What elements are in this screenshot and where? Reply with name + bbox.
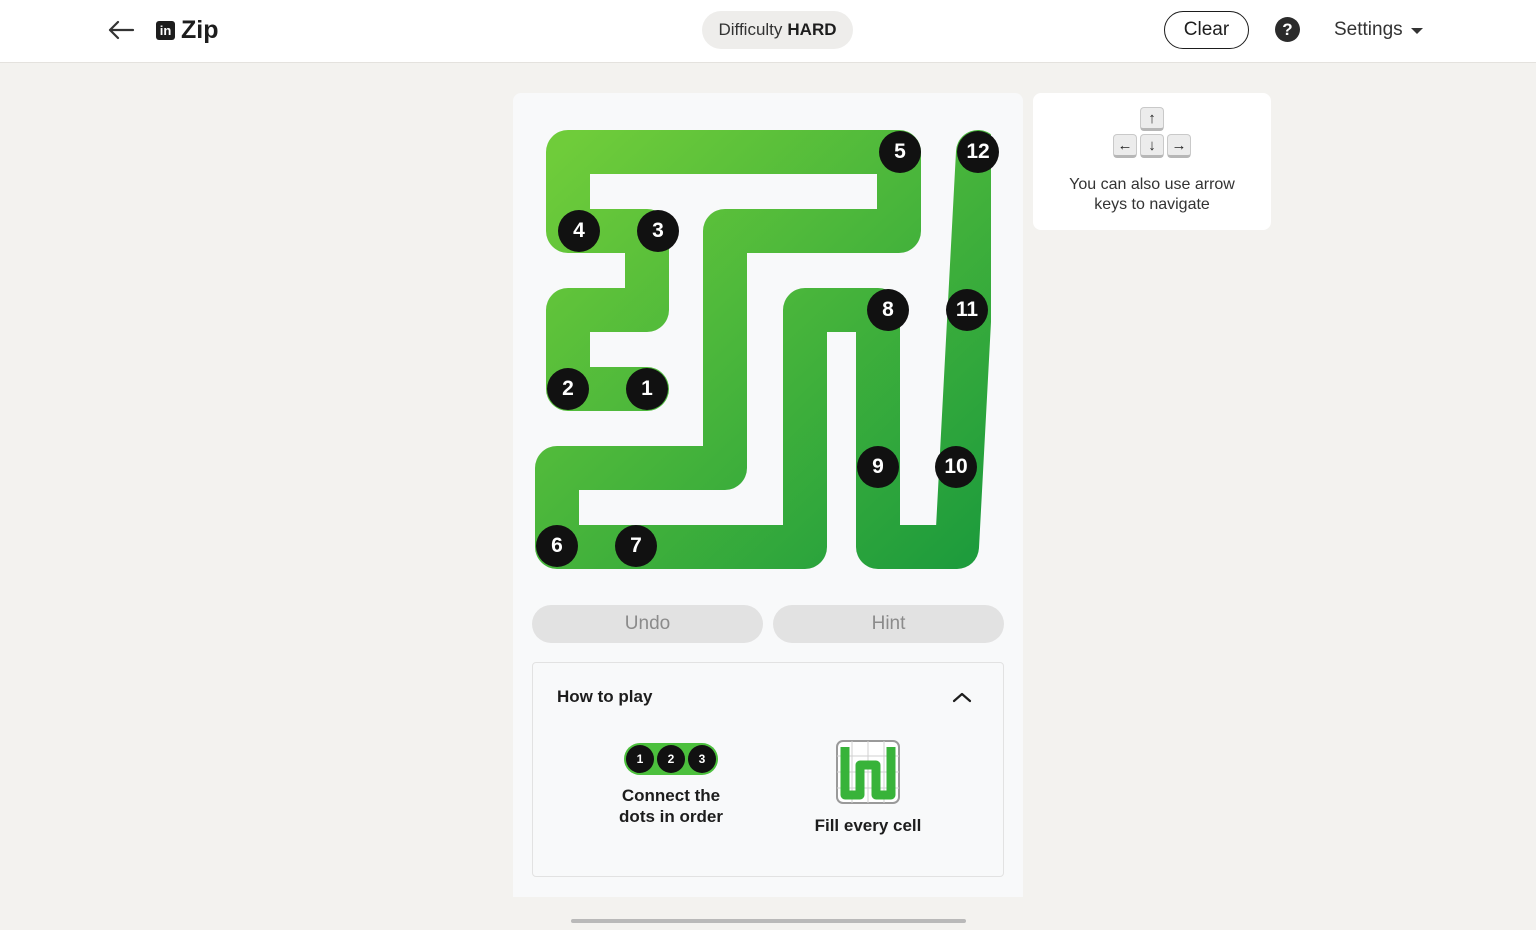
settings-label: Settings <box>1334 19 1403 40</box>
collapse-toggle[interactable] <box>947 685 977 709</box>
dot-6[interactable]: 6 <box>536 525 578 567</box>
dot-10[interactable]: 10 <box>935 446 977 488</box>
difficulty-label: Difficulty <box>718 20 783 39</box>
linkedin-logo-icon: in <box>156 20 175 40</box>
dot-5[interactable]: 5 <box>879 131 921 173</box>
arrow-left-icon <box>108 20 135 40</box>
tip-connect-dots: 1 2 3 Connect the dots in order <box>591 743 751 827</box>
keyboard-hint-card: ↑ ← ↓ → You can also use arrow keys to n… <box>1033 93 1271 230</box>
help-icon[interactable]: ? <box>1275 17 1300 42</box>
chevron-up-icon <box>952 692 972 703</box>
caret-down-icon <box>1410 28 1423 34</box>
clear-button[interactable]: Clear <box>1164 11 1249 49</box>
arrow-up-key-icon: ↑ <box>1140 107 1164 131</box>
how-to-play-heading: How to play <box>557 687 653 706</box>
settings-dropdown[interactable]: Settings <box>1334 14 1423 46</box>
mini-dot: 2 <box>657 745 685 773</box>
keyboard-hint-line2: keys to navigate <box>1094 196 1210 213</box>
dot-3[interactable]: 3 <box>637 210 679 252</box>
dot-4[interactable]: 4 <box>558 210 600 252</box>
arrow-keys-illustration: ↑ ← ↓ → <box>1113 107 1191 159</box>
tip1-line1: Connect the <box>621 786 721 805</box>
mini-dots-illustration: 1 2 3 <box>591 743 751 775</box>
how-to-play-panel: How to play 1 2 3 Connect the dots in or… <box>532 662 1004 877</box>
tip2-text: Fill every cell <box>814 816 922 835</box>
dot-9[interactable]: 9 <box>857 446 899 488</box>
keyboard-hint-text: You can also use arrow keys to navigate <box>1043 175 1261 215</box>
hint-button[interactable]: Hint <box>773 605 1004 643</box>
app-title: Zip <box>181 15 219 44</box>
board-path <box>535 130 991 569</box>
dot-12[interactable]: 12 <box>957 131 999 173</box>
difficulty-badge: Difficulty HARD <box>702 11 853 49</box>
mini-dot: 3 <box>688 745 716 773</box>
dot-8[interactable]: 8 <box>867 289 909 331</box>
arrow-left-key-icon: ← <box>1113 134 1137 158</box>
tip-fill-cells: Fill every cell <box>801 739 935 836</box>
back-button[interactable] <box>104 14 138 46</box>
top-bar: in Zip Difficulty HARD Clear ? Settings <box>0 0 1536 63</box>
dot-11[interactable]: 11 <box>946 289 988 331</box>
dot-7[interactable]: 7 <box>615 525 657 567</box>
dot-1[interactable]: 1 <box>626 368 668 410</box>
fill-grid-icon <box>836 740 900 804</box>
game-board[interactable] <box>529 110 991 586</box>
tip1-line2: dots in order <box>619 807 723 826</box>
dot-2[interactable]: 2 <box>547 368 589 410</box>
brand: in Zip <box>156 14 219 46</box>
undo-button[interactable]: Undo <box>532 605 763 643</box>
arrow-down-key-icon: ↓ <box>1140 134 1164 158</box>
mini-dot: 1 <box>626 745 654 773</box>
horizontal-scrollbar[interactable] <box>571 919 966 923</box>
arrow-right-key-icon: → <box>1167 134 1191 158</box>
difficulty-value: HARD <box>787 20 837 39</box>
keyboard-hint-line1: You can also use arrow <box>1069 176 1235 193</box>
